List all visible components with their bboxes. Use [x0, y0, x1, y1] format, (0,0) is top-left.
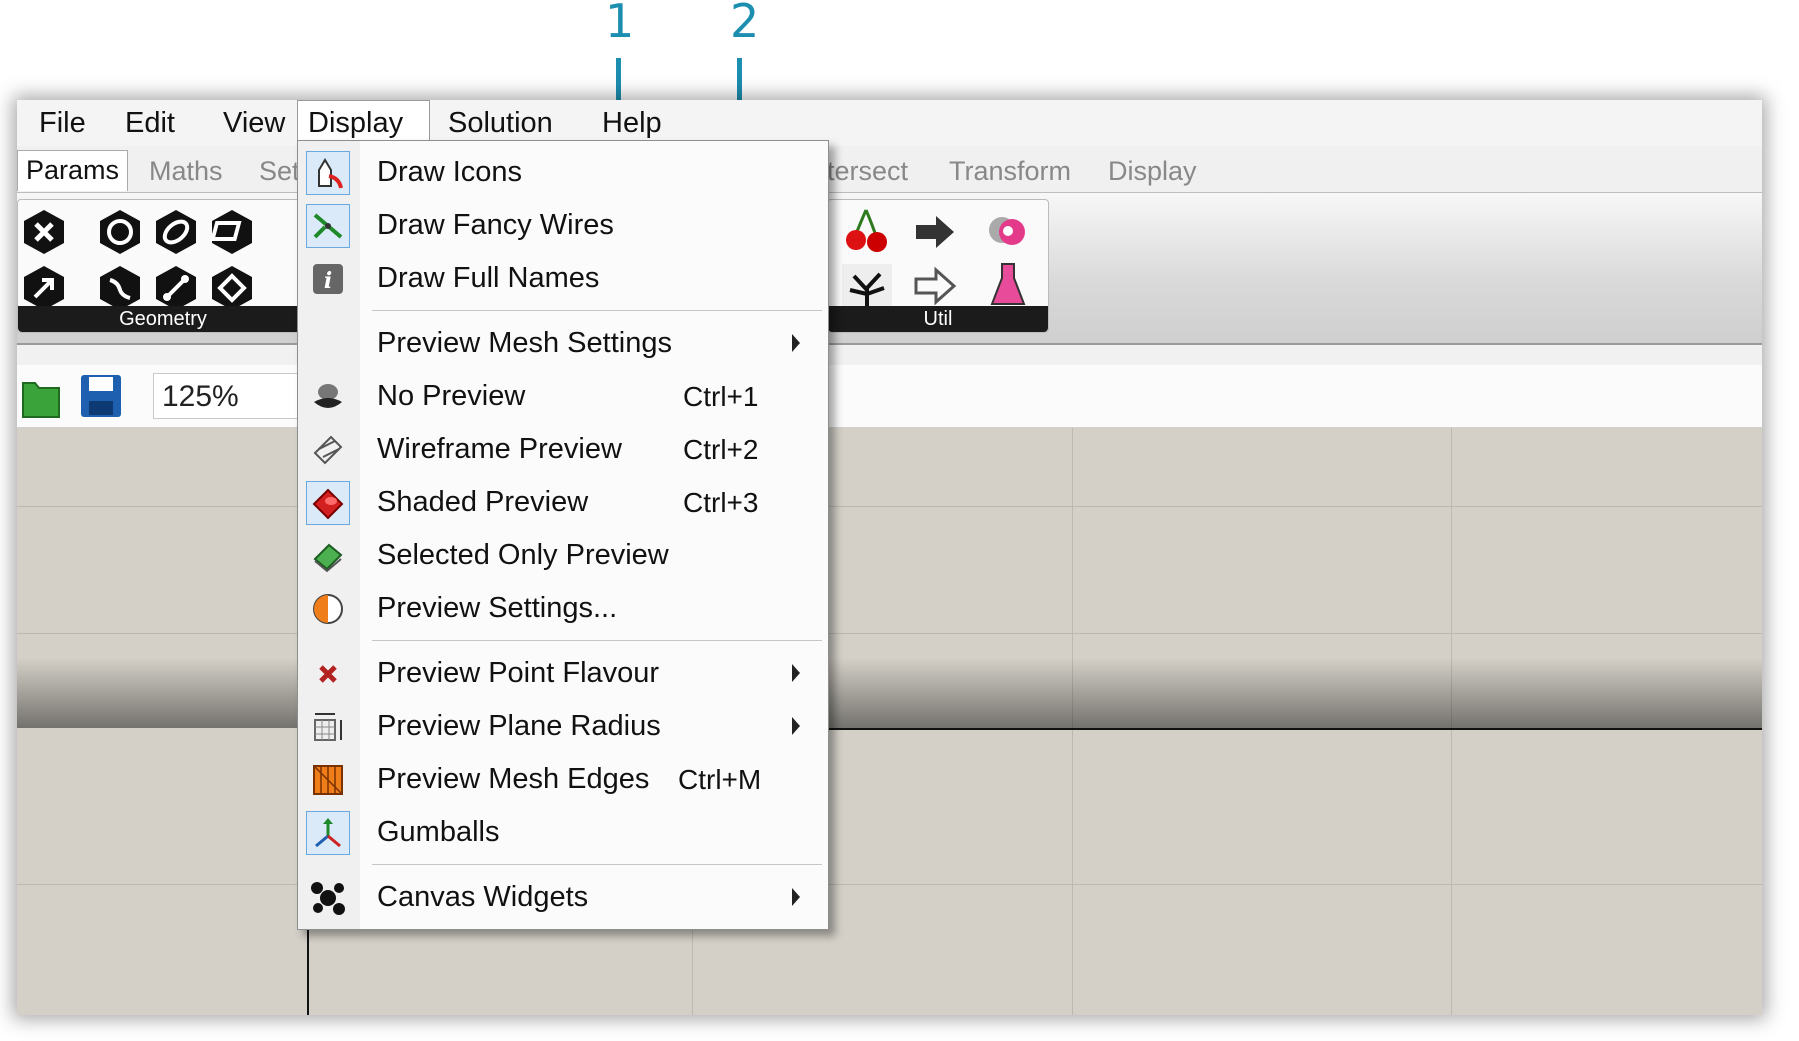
grid-line: [17, 633, 1762, 634]
line-param-icon[interactable]: [152, 264, 200, 312]
menu-item-label: Shaded Preview: [377, 486, 589, 518]
display-menu: Draw Icons Draw Fancy Wires i Draw Full …: [297, 140, 829, 930]
menu-item-label: Preview Mesh Edges: [377, 763, 650, 795]
component-ribbon: Geometry Util: [17, 193, 1762, 345]
callout-number-1: 1: [605, 0, 635, 48]
menu-item-label: Selected Only Preview: [377, 539, 669, 571]
util-panel-label: Util: [828, 306, 1048, 332]
arrow-right-filled-icon[interactable]: [912, 212, 958, 252]
menu-item-shortcut: Ctrl+2: [683, 434, 759, 465]
point-x-icon: [306, 652, 350, 696]
wireframe-icon: [306, 428, 350, 472]
submenu-arrow-icon: [792, 334, 800, 352]
info-icon: i: [306, 257, 350, 301]
grasshopper-window: File Edit View Display Solution Help Par…: [17, 100, 1762, 1015]
menu-item-label: Preview Settings...: [377, 592, 618, 624]
menu-separator: [372, 864, 822, 865]
curve-param-icon[interactable]: [96, 264, 144, 312]
circle-param-icon[interactable]: [96, 208, 144, 256]
canvas[interactable]: [17, 428, 1762, 1015]
pills-icon[interactable]: [984, 208, 1032, 254]
menu-item-draw-icons[interactable]: Draw Icons: [298, 146, 828, 199]
tab-transform[interactable]: Transform: [941, 152, 1079, 192]
menu-item-label: Draw Full Names: [377, 262, 600, 294]
geometry-panel-label: Geometry: [18, 306, 308, 332]
selected-only-icon: [306, 534, 350, 578]
menu-item-draw-full-names[interactable]: i Draw Full Names: [298, 252, 828, 305]
svg-text:i: i: [324, 268, 332, 294]
surface-param-icon[interactable]: [208, 208, 256, 256]
menu-item-label: Draw Icons: [377, 156, 523, 188]
vector-param-icon[interactable]: [20, 264, 68, 312]
menu-item-preview-plane-radius[interactable]: Preview Plane Radius: [298, 700, 828, 753]
zoom-field[interactable]: 125%: [153, 373, 303, 419]
plane-radius-icon: [306, 705, 350, 749]
menu-separator: [372, 640, 822, 641]
canvas-toolbar: 125%: [17, 365, 1762, 428]
mesh-edges-icon: [306, 758, 350, 802]
menu-item-label: No Preview: [377, 380, 526, 412]
menu-item-gumballs[interactable]: Gumballs: [298, 806, 828, 859]
no-preview-icon: [306, 375, 350, 419]
menu-file[interactable]: File: [29, 100, 96, 146]
tab-display[interactable]: Display: [1100, 152, 1205, 192]
menu-item-wireframe-preview[interactable]: Wireframe Preview Ctrl+2: [298, 423, 828, 476]
menu-item-preview-mesh-edges[interactable]: Preview Mesh Edges Ctrl+M: [298, 753, 828, 806]
grid-line: [17, 884, 1762, 885]
menu-view[interactable]: View: [213, 100, 295, 146]
menu-item-label: Preview Mesh Settings: [377, 327, 672, 359]
menu-item-label: Draw Fancy Wires: [377, 209, 614, 241]
util-panel: Util: [827, 199, 1049, 333]
menu-item-shortcut: Ctrl+3: [683, 487, 759, 518]
menu-item-shortcut: Ctrl+M: [678, 764, 762, 795]
submenu-arrow-icon: [792, 717, 800, 735]
geometry-cross-icon[interactable]: [20, 208, 68, 256]
menu-edit[interactable]: Edit: [115, 100, 185, 146]
open-folder-icon[interactable]: [21, 375, 61, 419]
flask-icon[interactable]: [988, 260, 1028, 310]
gumball-icon: [306, 811, 350, 855]
menu-item-preview-settings[interactable]: Preview Settings...: [298, 582, 828, 635]
menu-item-no-preview[interactable]: No Preview Ctrl+1: [298, 370, 828, 423]
preview-settings-icon: [306, 587, 350, 631]
geometry-panel: Geometry: [17, 199, 309, 333]
menu-item-selected-only-preview[interactable]: Selected Only Preview: [298, 529, 828, 582]
arrow-right-outline-icon[interactable]: [912, 266, 958, 306]
arc-param-icon[interactable]: [152, 208, 200, 256]
menu-separator: [372, 310, 822, 311]
save-icon[interactable]: [79, 373, 123, 419]
submenu-arrow-icon: [792, 888, 800, 906]
callout-number-2: 2: [730, 0, 760, 48]
fancy-wires-icon: [306, 204, 350, 248]
menu-item-draw-fancy-wires[interactable]: Draw Fancy Wires: [298, 199, 828, 252]
menu-item-label: Preview Point Flavour: [377, 657, 660, 689]
tree-icon[interactable]: [842, 264, 892, 312]
menu-item-canvas-widgets[interactable]: Canvas Widgets: [298, 871, 828, 924]
tab-intersect[interactable]: tersect: [819, 152, 916, 192]
component-tabs: Params Maths Set tersect Transform Displ…: [17, 146, 1762, 193]
menu-item-preview-mesh-settings[interactable]: Preview Mesh Settings: [298, 317, 828, 370]
menu-item-label: Canvas Widgets: [377, 881, 589, 913]
canvas-shadow: [17, 658, 1762, 728]
draw-icons-icon: [306, 151, 350, 195]
menu-item-label: Gumballs: [377, 816, 500, 848]
cherry-icon[interactable]: [842, 206, 892, 256]
menu-item-label: Wireframe Preview: [377, 433, 622, 465]
widgets-icon: [306, 876, 350, 920]
menu-item-shaded-preview[interactable]: Shaded Preview Ctrl+3: [298, 476, 828, 529]
menu-bar: File Edit View Display Solution Help: [17, 100, 1762, 146]
shaded-icon: [306, 481, 350, 525]
grid-line: [17, 506, 1762, 507]
tab-maths[interactable]: Maths: [141, 152, 231, 192]
tab-params[interactable]: Params: [17, 150, 129, 191]
menu-item-preview-point-flavour[interactable]: Preview Point Flavour: [298, 647, 828, 700]
plane-param-icon[interactable]: [208, 264, 256, 312]
menu-item-shortcut: Ctrl+1: [683, 381, 759, 412]
menu-item-label: Preview Plane Radius: [377, 710, 661, 742]
submenu-arrow-icon: [792, 664, 800, 682]
